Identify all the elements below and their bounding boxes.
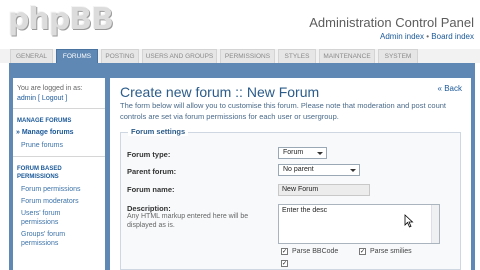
description-textarea[interactable]: Enter the desc [278,204,440,244]
tab-forums[interactable]: FORUMS [56,49,98,64]
parse-smilies-label: Parse smilies [370,248,412,255]
forum-type-value: Forum [283,149,304,156]
sidebar-item-manage-forums[interactable]: » Manage forums [16,129,74,136]
sidebar-item-users-forum-permissions-line2[interactable]: permissions [21,219,58,226]
forum-name-input[interactable]: New Forum [278,184,370,196]
tab-bar: GENERAL FORUMS POSTING USERS AND GROUPS … [0,49,480,64]
fieldset-legend: Forum settings [128,127,189,136]
sidebar-item-prune-forums[interactable]: Prune forums [21,142,63,149]
sidebar-item-groups-forum-permissions[interactable]: Groups' forum [21,231,65,238]
parse-smilies-checkbox[interactable]: ✓ [359,248,366,255]
chevron-down-icon [317,152,323,155]
tab-styles[interactable]: STYLES [278,49,316,63]
parent-forum-label: Parent forum: [127,167,177,176]
sidebar-section-permissions-line2: PERMISSIONS [17,174,59,180]
acp-title: Administration Control Panel [309,15,474,30]
tab-general[interactable]: GENERAL [10,49,53,63]
logout-link[interactable]: [ Logout ] [38,95,67,102]
username-link[interactable]: admin [17,95,36,102]
sidebar-section-manage-forums: MANAGE FORUMS [17,118,72,124]
back-link[interactable]: « Back [438,84,462,93]
sidebar-divider [13,108,105,109]
sidebar-item-forum-permissions[interactable]: Forum permissions [21,186,81,193]
parent-forum-select[interactable]: No parent [278,164,360,176]
forum-type-label: Forum type: [127,150,171,159]
sidebar-item-forum-moderators[interactable]: Forum moderators [21,198,79,205]
sidebar-item-groups-forum-permissions-line2[interactable]: permissions [21,240,58,247]
parse-bbcode-checkbox[interactable]: ✓ [281,248,288,255]
forum-name-label: Forum name: [127,185,175,194]
tab-users-and-groups[interactable]: USERS AND GROUPS [142,49,217,63]
phpbb-logo[interactable]: phpBB [8,2,114,37]
header-separator: • [426,32,430,41]
tab-permissions[interactable]: PERMISSIONS [220,49,275,63]
sidebar-item-users-forum-permissions[interactable]: Users' forum [21,210,60,217]
tab-system[interactable]: SYSTEM [378,49,418,63]
intro-text: The form below will allow you to customi… [120,101,446,121]
description-value: Enter the desc [282,207,328,214]
textarea-scrollbar[interactable] [431,205,439,243]
tab-maintenance[interactable]: MAINTENANCE [319,49,375,63]
sidebar-top-bar [13,68,105,78]
forum-type-select[interactable]: Forum [278,147,327,159]
sidebar-divider [13,156,105,157]
tab-posting[interactable]: POSTING [101,49,139,63]
logged-in-text: You are logged in as: [17,85,83,92]
admin-index-link[interactable]: Admin index [380,32,424,41]
sidebar-section-permissions-line1: FORUM BASED [17,166,62,172]
header-links: Admin index • Board index [380,32,474,41]
third-option-checkbox[interactable]: ✓ [281,260,288,267]
description-help: Any HTML markup entered here will be dis… [127,213,249,229]
parent-forum-value: No parent [283,166,314,173]
header: phpBB Administration Control Panel Admin… [0,0,480,47]
chevron-down-icon [350,169,356,172]
page-title: Create new forum :: New Forum [120,84,320,100]
login-info: admin [ Logout ] [17,95,67,102]
parse-bbcode-label: Parse BBCode [292,248,339,255]
mouse-pointer-icon [404,214,414,228]
board-index-link[interactable]: Board index [431,32,474,41]
